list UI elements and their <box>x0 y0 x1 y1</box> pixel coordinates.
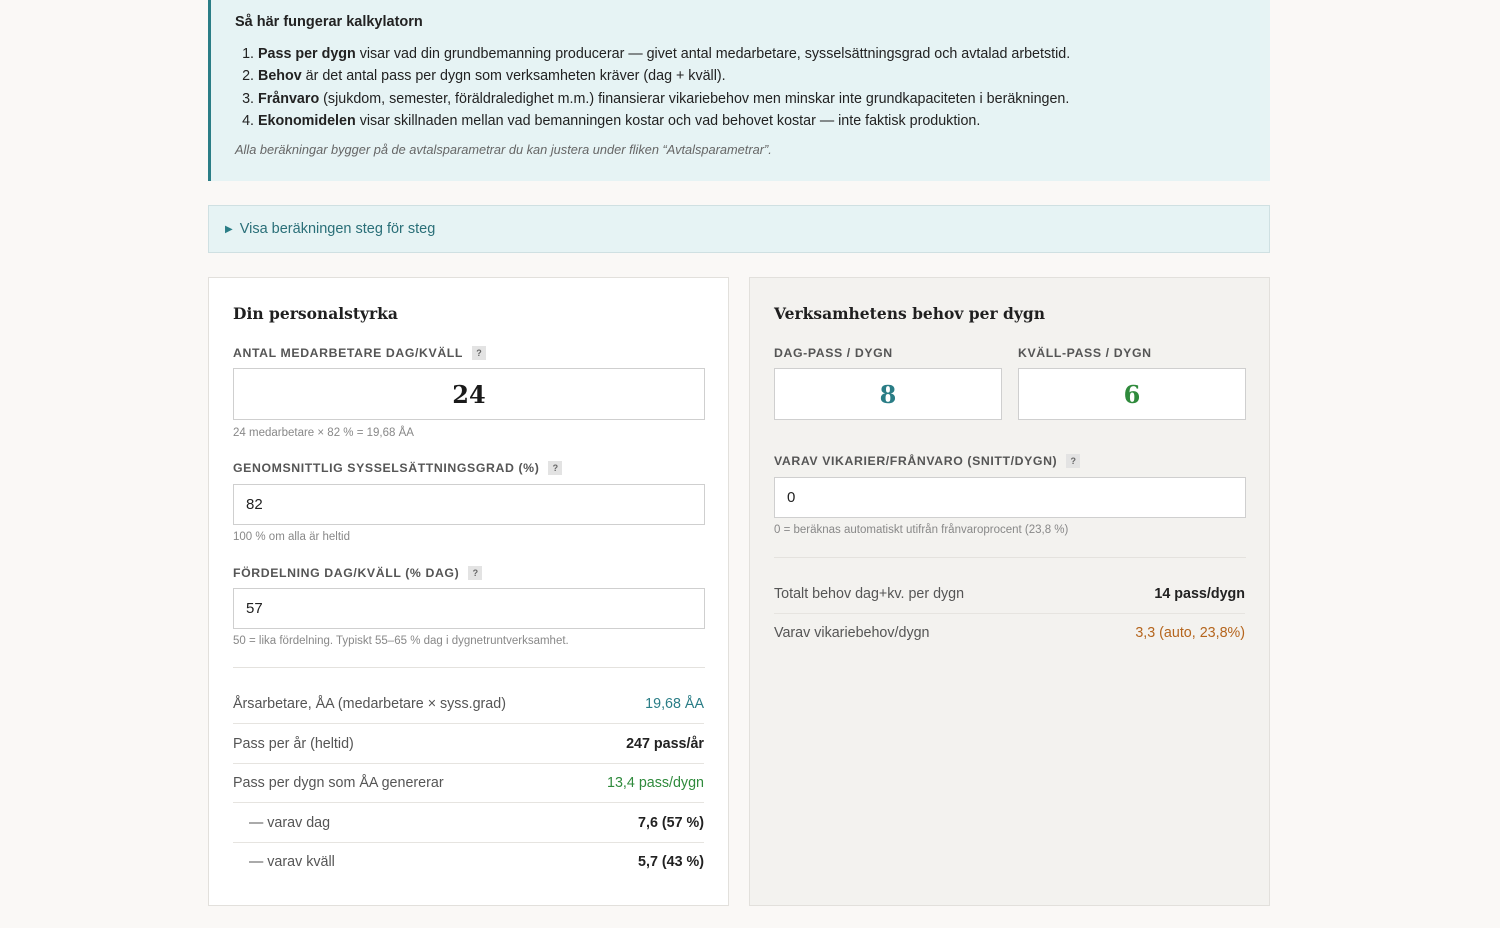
show-steps-toggle[interactable]: ▶ Visa beräkningen steg för steg <box>208 205 1270 253</box>
triangle-right-icon: ▶ <box>225 223 233 235</box>
employment-rate-input[interactable]: 82 <box>233 484 705 525</box>
day-evening-split-label-text: Fördelning dag/kväll (% dag) <box>233 566 460 580</box>
info-item-bold: Ekonomidelen <box>258 112 356 129</box>
day-shifts-input[interactable]: 8 <box>774 368 1002 420</box>
result-value: 5,7 (43 %) <box>638 853 704 870</box>
day-evening-split-input[interactable]: 57 <box>233 588 705 629</box>
demand-label: Varav vikariebehov/dygn <box>774 624 930 641</box>
day-shifts-label-text: Dag-pass / dygn <box>774 346 893 360</box>
info-item: Behov är det antal pass per dygn som ver… <box>258 65 1270 87</box>
info-item-text: är det antal pass per dygn som verksamhe… <box>301 68 726 85</box>
employment-rate-label-text: Genomsnittlig sysselsättningsgrad (%) <box>233 461 540 475</box>
employees-input[interactable]: 24 <box>233 368 705 420</box>
day-evening-split-label: Fördelning dag/kväll (% dag) ? <box>233 566 483 580</box>
info-title: Så här fungerar kalkylatorn <box>235 14 423 30</box>
info-item-text: visar vad din grundbemanning producerar … <box>355 46 1071 62</box>
day-evening-split-hint: 50 = lika fördelning. Typiskt 55–65 % da… <box>233 635 569 647</box>
divider <box>233 667 705 668</box>
result-label: Årsarbetare, ÅA (medarbetare × syss.grad… <box>233 695 506 712</box>
result-row: — varav kväll 5,7 (43 %) <box>233 842 704 881</box>
demand-panel: Verksamhetens behov per dygn Dag-pass / … <box>749 277 1270 906</box>
staff-panel-title: Din personalstyrka <box>233 304 398 323</box>
divider <box>774 557 1246 558</box>
demand-row: Totalt behov dag+kv. per dygn 14 pass/dy… <box>774 574 1245 614</box>
employees-label: Antal medarbetare dag/kväll ? <box>233 346 487 360</box>
result-label: Pass per år (heltid) <box>233 735 354 752</box>
evening-shifts-input[interactable]: 6 <box>1018 368 1246 420</box>
substitutes-label-text: Varav vikarier/frånvaro (snitt/dygn) <box>774 454 1058 468</box>
staff-panel: Din personalstyrka Antal medarbetare dag… <box>208 277 729 906</box>
substitutes-hint: 0 = beräknas automatiskt utifrån frånvar… <box>774 524 1069 536</box>
demand-value: 14 pass/dygn <box>1154 585 1245 602</box>
info-list: Pass per dygn visar vad din grundbemanni… <box>235 43 1270 132</box>
employees-label-text: Antal medarbetare dag/kväll <box>233 346 464 360</box>
demand-value: 3,3 (auto, 23,8%) <box>1135 624 1245 641</box>
evening-shifts-label: Kväll-pass / dygn <box>1018 346 1152 360</box>
help-icon[interactable]: ? <box>548 461 563 475</box>
info-item-bold: Frånvaro <box>258 90 320 107</box>
result-value: 13,4 pass/dygn <box>607 774 704 791</box>
substitutes-input[interactable]: 0 <box>774 477 1246 518</box>
result-label: — varav kväll <box>249 853 335 870</box>
info-item-text: (sjukdom, semester, föräldraledighet m.m… <box>319 90 1070 107</box>
info-item: Frånvaro (sjukdom, semester, föräldraled… <box>258 88 1270 110</box>
result-row: Pass per år (heltid) 247 pass/år <box>233 724 704 764</box>
info-item-bold: Pass per dygn <box>258 46 356 62</box>
day-shifts-label: Dag-pass / dygn <box>774 346 893 360</box>
employment-rate-label: Genomsnittlig sysselsättningsgrad (%) ? <box>233 461 563 475</box>
demand-label: Totalt behov dag+kv. per dygn <box>774 585 965 602</box>
employees-hint: 24 medarbetare × 82 % = 19,68 ÅA <box>233 427 414 439</box>
info-box: Så här fungerar kalkylatorn Pass per dyg… <box>208 0 1270 181</box>
result-value: 247 pass/år <box>626 735 704 752</box>
show-steps-label: Visa beräkningen steg för steg <box>239 221 436 237</box>
result-row: — varav dag 7,6 (57 %) <box>233 803 704 843</box>
result-value: 7,6 (57 %) <box>638 814 704 831</box>
info-item-bold: Behov <box>258 68 302 85</box>
help-icon[interactable]: ? <box>1066 454 1081 468</box>
result-label: Pass per dygn som ÅA genererar <box>233 774 444 791</box>
demand-panel-title: Verksamhetens behov per dygn <box>774 304 1046 323</box>
result-value: 19,68 ÅA <box>645 695 704 712</box>
result-row: Årsarbetare, ÅA (medarbetare × syss.grad… <box>233 684 704 724</box>
info-item: Ekonomidelen visar skillnaden mellan vad… <box>258 110 1270 132</box>
demand-row: Varav vikariebehov/dygn 3,3 (auto, 23,8%… <box>774 613 1245 652</box>
help-icon[interactable]: ? <box>468 566 483 580</box>
result-label: — varav dag <box>249 814 331 831</box>
evening-shifts-label-text: Kväll-pass / dygn <box>1018 346 1152 360</box>
employment-rate-hint: 100 % om alla är heltid <box>233 531 350 543</box>
substitutes-label: Varav vikarier/frånvaro (snitt/dygn) ? <box>774 454 1081 468</box>
info-item-text: visar skillnaden mellan vad bemanningen … <box>355 112 981 129</box>
result-row: Pass per dygn som ÅA genererar 13,4 pass… <box>233 763 704 803</box>
help-icon[interactable]: ? <box>472 346 487 360</box>
info-item: Pass per dygn visar vad din grundbemanni… <box>258 43 1270 65</box>
info-note: Alla beräkningar bygger på de avtalspara… <box>235 142 772 158</box>
